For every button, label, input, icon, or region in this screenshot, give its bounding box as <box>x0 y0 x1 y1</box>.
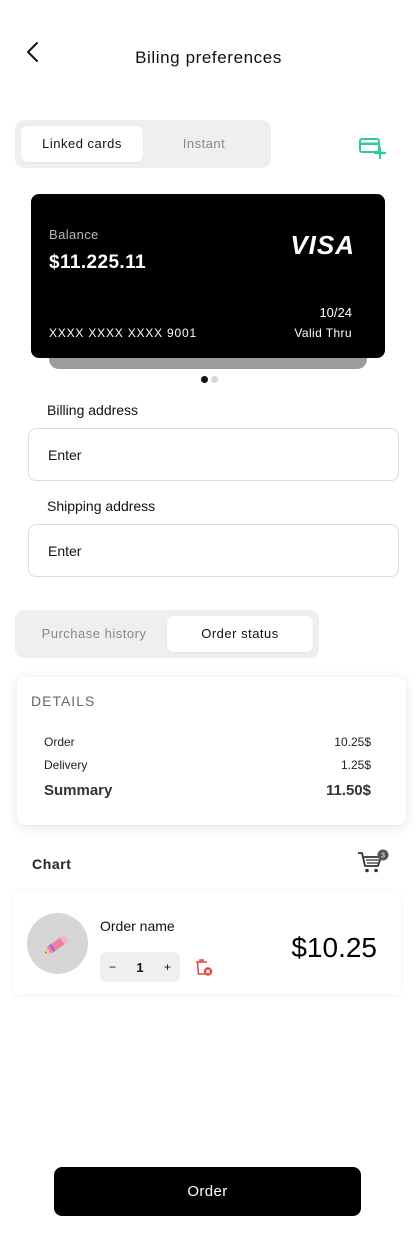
cart-item: Order name − 1 + $10.25 <box>13 890 401 994</box>
visa-logo: VISA <box>290 230 355 260</box>
billing-address-input[interactable] <box>28 428 399 481</box>
details-row-label: Order <box>44 735 75 749</box>
page-title: Biling preferences <box>135 48 282 67</box>
details-row-delivery: Delivery 1.25$ <box>44 758 371 772</box>
carousel-dot-1[interactable] <box>201 376 208 383</box>
details-row-value: 1.25$ <box>340 758 371 772</box>
carousel-indicator <box>201 376 218 383</box>
order-tabs: Purchase history Order status <box>15 610 319 658</box>
card-number: XXXX XXXX XXXX 9001 <box>49 326 197 340</box>
increment-button[interactable]: + <box>164 960 171 974</box>
details-summary: Summary 11.50$ <box>44 782 371 799</box>
tab-instant[interactable]: Instant <box>143 126 265 162</box>
carousel-dot-2[interactable] <box>211 376 218 383</box>
cart-badge-count: 3 <box>381 853 385 860</box>
item-name: Order name <box>100 918 175 934</box>
quantity-value: 1 <box>136 959 144 975</box>
balance-label: Balance <box>49 227 99 242</box>
summary-value: 11.50$ <box>325 782 371 799</box>
billing-address-label: Billing address <box>47 402 139 418</box>
pencil-icon <box>44 934 68 954</box>
card-type-tabs: Linked cards Instant <box>15 120 271 168</box>
shipping-address-label: Shipping address <box>47 498 156 514</box>
item-image <box>27 913 88 974</box>
card-expiry: 10/24 <box>319 305 352 320</box>
summary-label: Summary <box>44 782 113 799</box>
payment-card[interactable]: Balance $11.225.11 VISA 10/24 XXXX XXXX … <box>31 194 385 358</box>
tab-order-status[interactable]: Order status <box>167 616 313 652</box>
item-price: $10.25 <box>291 932 377 963</box>
trash-icon[interactable] <box>193 957 213 977</box>
details-row-order: Order 10.25$ <box>44 735 371 749</box>
details-row-label: Delivery <box>44 758 88 772</box>
shopping-cart-icon[interactable]: 3 <box>357 849 389 875</box>
tab-linked-cards[interactable]: Linked cards <box>21 126 143 162</box>
details-title: DETAILS <box>31 693 96 709</box>
tab-purchase-history[interactable]: Purchase history <box>21 616 167 652</box>
details-panel: DETAILS Order 10.25$ Delivery 1.25$ Summ… <box>17 677 406 825</box>
shipping-address-input[interactable] <box>28 524 399 577</box>
valid-thru-label: Valid Thru <box>294 326 352 340</box>
header: Biling preferences <box>0 30 417 86</box>
chart-title: Chart <box>32 856 72 872</box>
credit-card-plus-icon[interactable] <box>358 134 386 160</box>
balance-value: $11.225.11 <box>49 252 146 273</box>
decrement-button[interactable]: − <box>109 960 116 974</box>
order-button[interactable]: Order <box>54 1167 361 1216</box>
quantity-stepper: − 1 + <box>100 952 180 982</box>
details-row-value: 10.25$ <box>334 735 371 749</box>
